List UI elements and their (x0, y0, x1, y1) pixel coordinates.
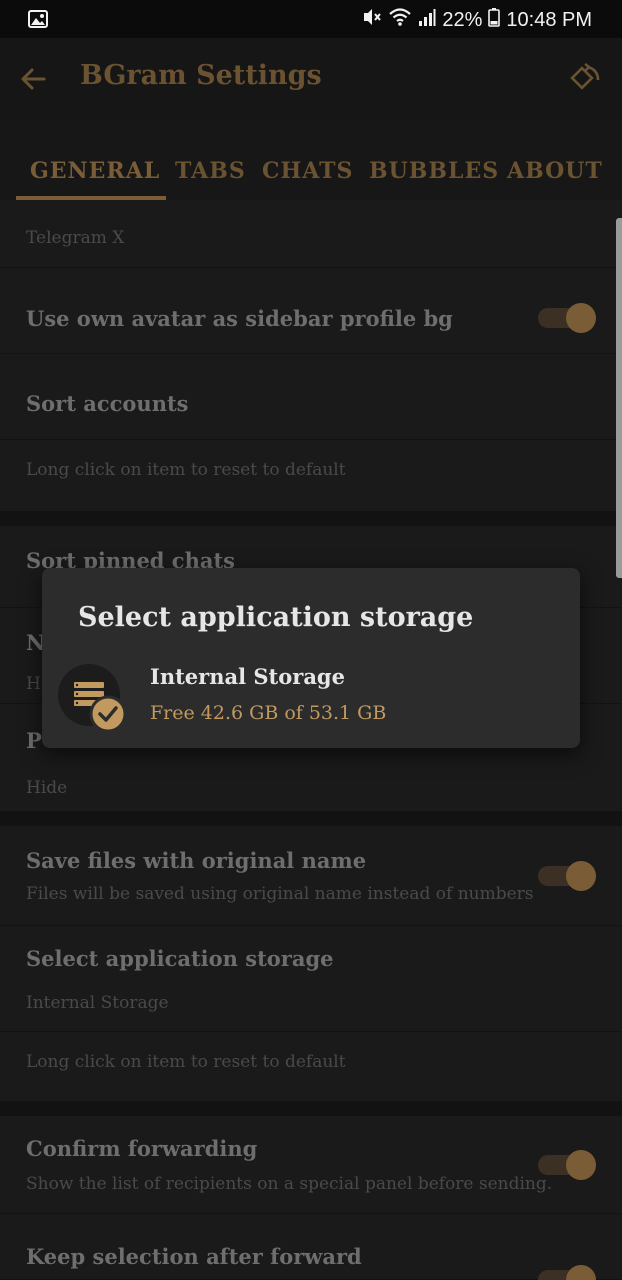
save-files-row[interactable]: Save files with original name Files will… (0, 826, 622, 926)
sort-accounts-row[interactable]: Sort accounts (0, 354, 622, 440)
mute-vibrate-icon (360, 6, 382, 34)
drawer-animation-row[interactable]: Telegram X (0, 200, 622, 268)
confirm-forward-row[interactable]: Confirm forwarding Show the list of reci… (0, 1116, 622, 1214)
clock: 10:48 PM (506, 8, 592, 31)
reset-hint-row: Long click on item to reset to default (0, 440, 622, 512)
storage-option-free: Free 42.6 GB of 53.1 GB (150, 702, 387, 724)
app-bar: BGram Settings (0, 38, 622, 122)
confirm-forward-toggle[interactable] (538, 1150, 596, 1180)
keep-selection-label: Keep selection after forward (26, 1244, 362, 1269)
arrow-left-icon[interactable] (18, 64, 48, 98)
battery-percent: 22% (442, 8, 483, 31)
wifi-icon (388, 7, 412, 33)
restore-icon[interactable] (566, 62, 602, 102)
reset-hint: Long click on item to reset to default (26, 460, 346, 480)
reset-hint: Long click on item to reset to default (26, 1052, 346, 1072)
tab-bubbles[interactable]: BUBBLES (369, 158, 499, 184)
scrollbar[interactable] (616, 218, 622, 578)
reset-hint-row: Long click on item to reset to default (0, 1032, 622, 1102)
own-avatar-label: Use own avatar as sidebar profile bg (26, 306, 453, 331)
storage-option-name: Internal Storage (150, 664, 345, 689)
storage-option-internal[interactable]: Internal Storage Free 42.6 GB of 53.1 GB (58, 660, 564, 734)
sort-accounts-label: Sort accounts (26, 391, 189, 416)
storage-dialog: Select application storage Internal Stor… (42, 568, 580, 748)
signal-icon (418, 7, 436, 33)
keep-selection-row[interactable]: Keep selection after forward (0, 1214, 622, 1280)
toggle-knob (566, 861, 596, 891)
save-files-sub: Files will be saved using original name … (26, 884, 534, 904)
gallery-icon (28, 10, 48, 33)
own-avatar-row[interactable]: Use own avatar as sidebar profile bg (0, 268, 622, 354)
app-storage-label: Select application storage (26, 946, 334, 971)
tab-bar: GENERAL TABS CHATS BUBBLES ABOUT (0, 122, 622, 200)
storage-check-icon (58, 664, 127, 733)
tab-general[interactable]: GENERAL (30, 158, 160, 184)
page-title: BGram Settings (80, 60, 322, 91)
dialog-title: Select application storage (78, 602, 474, 633)
battery-icon (488, 7, 501, 33)
toggle-knob (566, 303, 596, 333)
own-avatar-toggle[interactable] (538, 303, 596, 333)
tab-tabs[interactable]: TABS (175, 158, 246, 184)
keep-selection-toggle[interactable] (538, 1265, 596, 1280)
tab-about[interactable]: ABOUT (507, 158, 603, 184)
toggle-knob (566, 1150, 596, 1180)
section-gap (0, 812, 622, 826)
app-storage-row[interactable]: Select application storage Internal Stor… (0, 926, 622, 1032)
tab-chats[interactable]: CHATS (262, 158, 353, 184)
save-files-label: Save files with original name (26, 848, 367, 873)
p-row-value: Hide (26, 778, 68, 798)
section-gap (0, 1102, 622, 1116)
status-bar: 22% 10:48 PM (0, 0, 622, 38)
drawer-animation-value: Telegram X (26, 228, 125, 248)
confirm-forward-label: Confirm forwarding (26, 1136, 258, 1161)
app-storage-value: Internal Storage (26, 993, 169, 1013)
section-gap (0, 512, 622, 526)
p-row-label: P (26, 728, 42, 753)
save-files-toggle[interactable] (538, 861, 596, 891)
confirm-forward-sub: Show the list of recipients on a special… (26, 1174, 553, 1194)
n-row-sub: H (26, 674, 41, 694)
